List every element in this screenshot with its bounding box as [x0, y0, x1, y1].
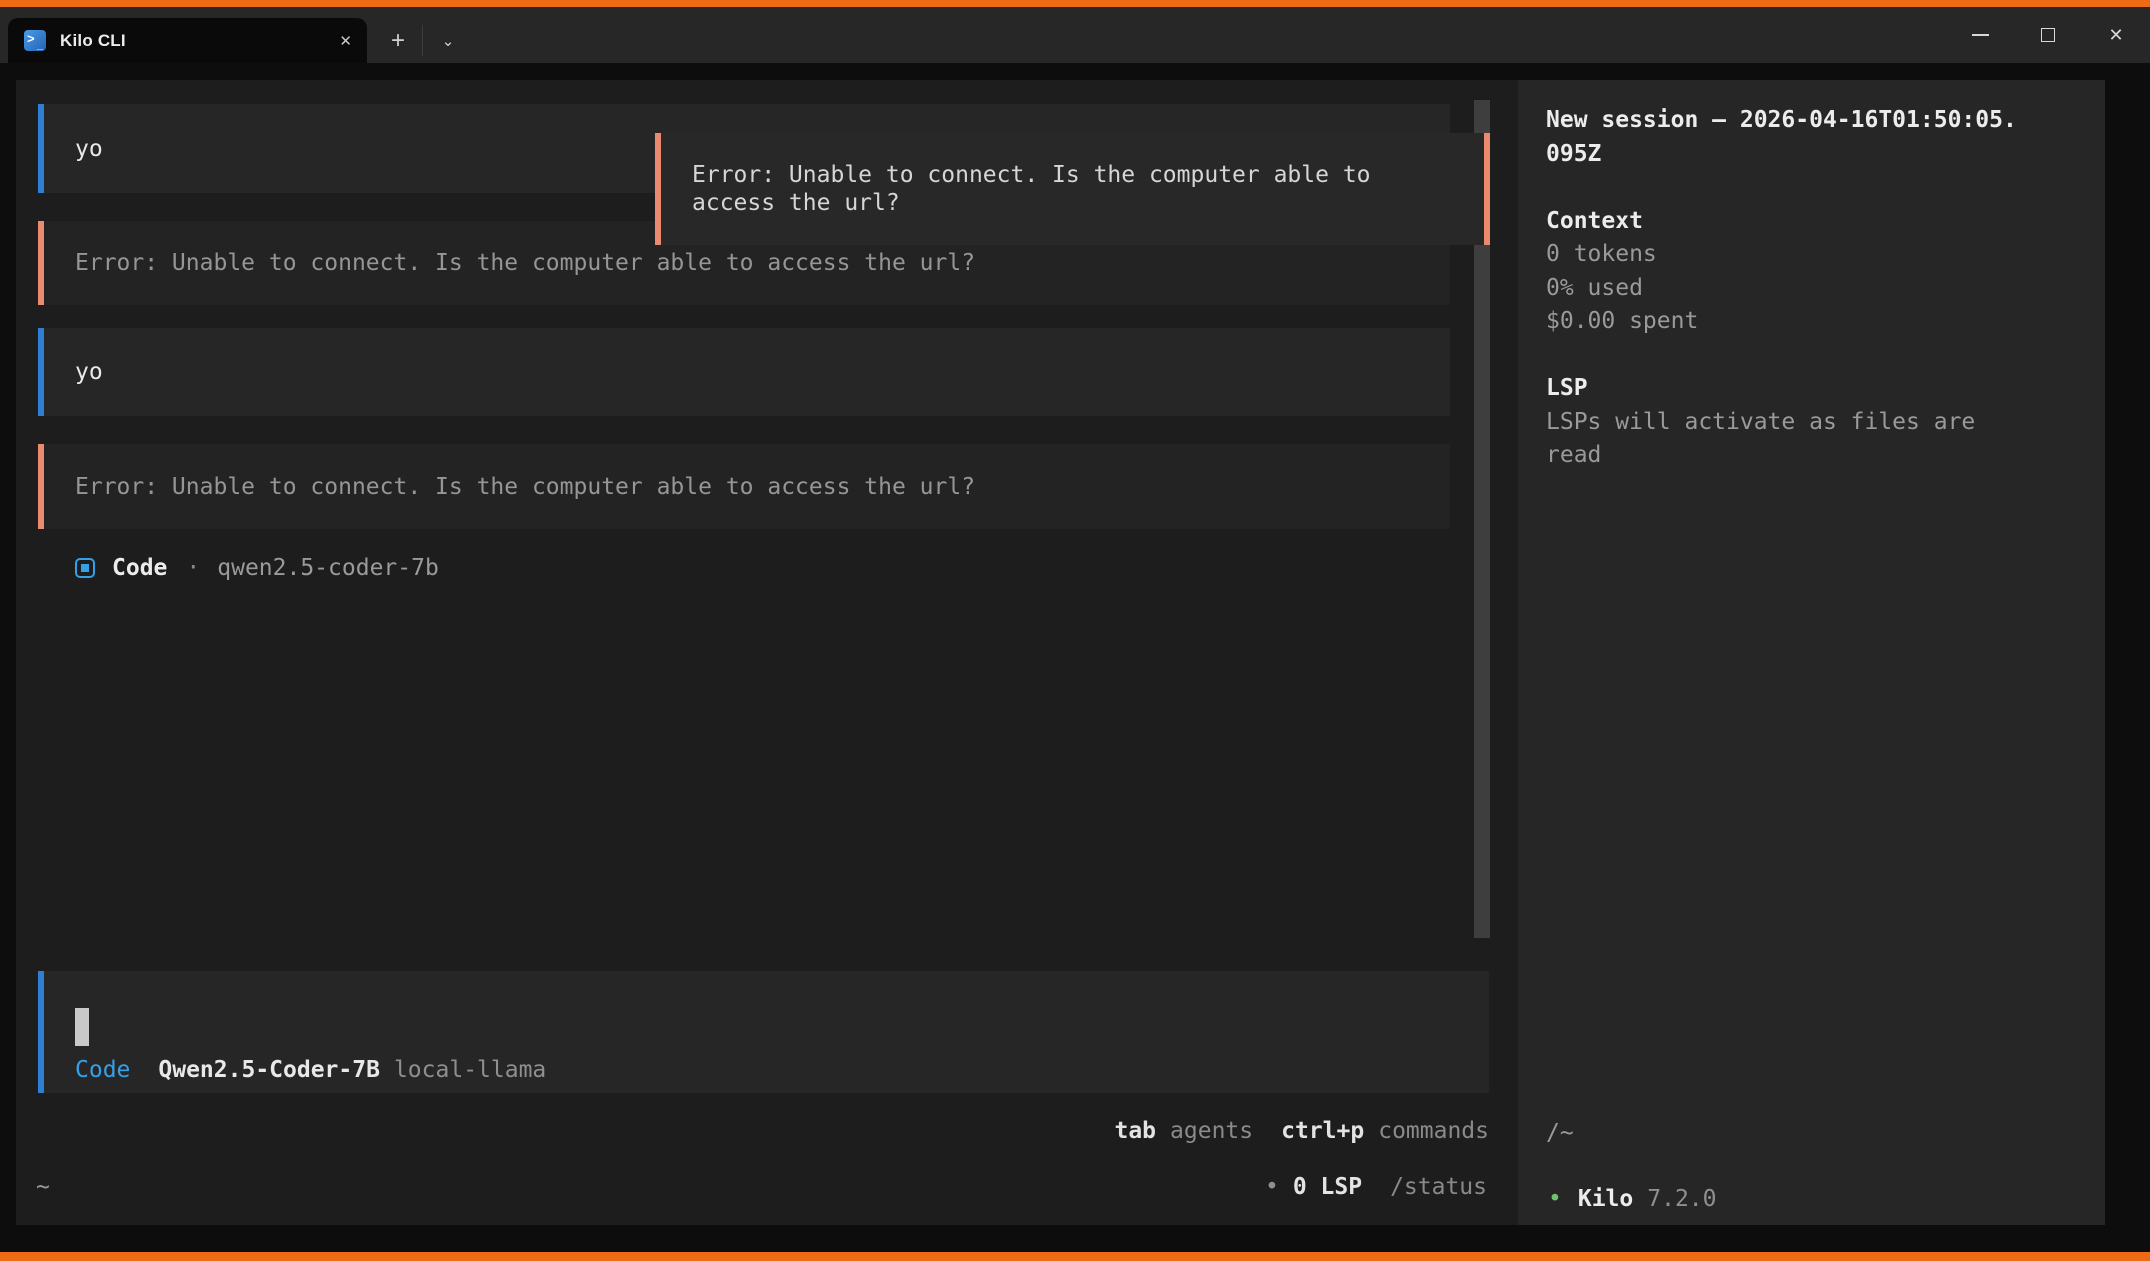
context-tokens: 0 tokens: [1546, 238, 2022, 272]
hint-key-tab: tab: [1114, 1118, 1156, 1144]
tab-title: Kilo CLI: [60, 31, 126, 51]
text-cursor: [75, 1008, 89, 1046]
maximize-button[interactable]: [2014, 7, 2082, 63]
hint-key-ctrlp: ctrl+p: [1281, 1118, 1364, 1144]
context-used: 0% used: [1546, 272, 2022, 306]
window-bottom-accent-border: [0, 1252, 2150, 1261]
lsp-note: LSPs will activate as files are read: [1546, 406, 2022, 473]
hint-label-commands: commands: [1378, 1118, 1489, 1144]
message-input[interactable]: Code Qwen2.5-Coder-7B local-llama: [38, 971, 1489, 1093]
cwd-path: ~: [36, 1174, 50, 1200]
hint-label-agents: agents: [1170, 1118, 1253, 1144]
composer-agent: Code: [75, 1057, 130, 1083]
app-version: 7.2.0: [1647, 1186, 1716, 1212]
agent-mode-icon: [75, 558, 95, 578]
lsp-count: 0 LSP: [1293, 1174, 1362, 1200]
lsp-heading: LSP: [1546, 372, 2022, 406]
composer-provider: local-llama: [394, 1057, 546, 1083]
error-message: Error: Unable to connect. Is the compute…: [38, 444, 1450, 529]
model-name: qwen2.5-coder-7b: [217, 555, 439, 581]
minimize-icon: [1972, 34, 1989, 36]
context-spent: $0.00 spent: [1546, 305, 2022, 339]
composer-model-row: Code Qwen2.5-Coder-7B local-llama: [75, 1057, 546, 1083]
new-tab-button[interactable]: +: [376, 18, 420, 63]
tab-dropdown-button[interactable]: ⌄: [428, 18, 468, 63]
minimize-button[interactable]: [1946, 7, 2014, 63]
maximize-icon: [2041, 28, 2055, 42]
lsp-status: • 0 LSP /status: [1265, 1174, 1487, 1200]
agent-name: Code: [112, 555, 167, 581]
version-bullet-icon: •: [1548, 1186, 1562, 1212]
agent-status-line: Code · qwen2.5-coder-7b: [75, 551, 439, 584]
sidebar-content: New session – 2026-04-16T01:50:05.095Z C…: [1546, 104, 2022, 473]
composer-model: Qwen2.5-Coder-7B: [158, 1057, 380, 1083]
close-button[interactable]: ✕: [2082, 7, 2150, 63]
window-controls: ✕: [1946, 7, 2150, 63]
error-toast: Error: Unable to connect. Is the compute…: [655, 133, 1490, 245]
powershell-icon: > _: [24, 30, 46, 51]
session-title: New session – 2026-04-16T01:50:05.095Z: [1546, 104, 2022, 171]
tab-separator: [422, 25, 423, 56]
sidebar-cwd: /~: [1546, 1120, 1574, 1146]
sidebar-footer: • Kilo 7.2.0: [1548, 1186, 1717, 1212]
terminal-tab[interactable]: > _ Kilo CLI ✕: [8, 18, 367, 63]
lsp-bullet-icon: •: [1265, 1174, 1279, 1200]
separator-dot: ·: [186, 555, 200, 581]
titlebar: > _ Kilo CLI ✕ + ⌄ ✕: [0, 7, 2150, 63]
close-icon: ✕: [2108, 25, 2123, 46]
keyboard-hints: tab agents ctrl+p commands: [1114, 1118, 1489, 1144]
tab-close-icon[interactable]: ✕: [339, 32, 352, 50]
user-message: yo: [38, 328, 1450, 416]
window-top-accent-border: [0, 0, 2150, 7]
status-command-hint: /status: [1390, 1174, 1487, 1200]
context-heading: Context: [1546, 205, 2022, 239]
app-name: Kilo: [1578, 1186, 1633, 1212]
